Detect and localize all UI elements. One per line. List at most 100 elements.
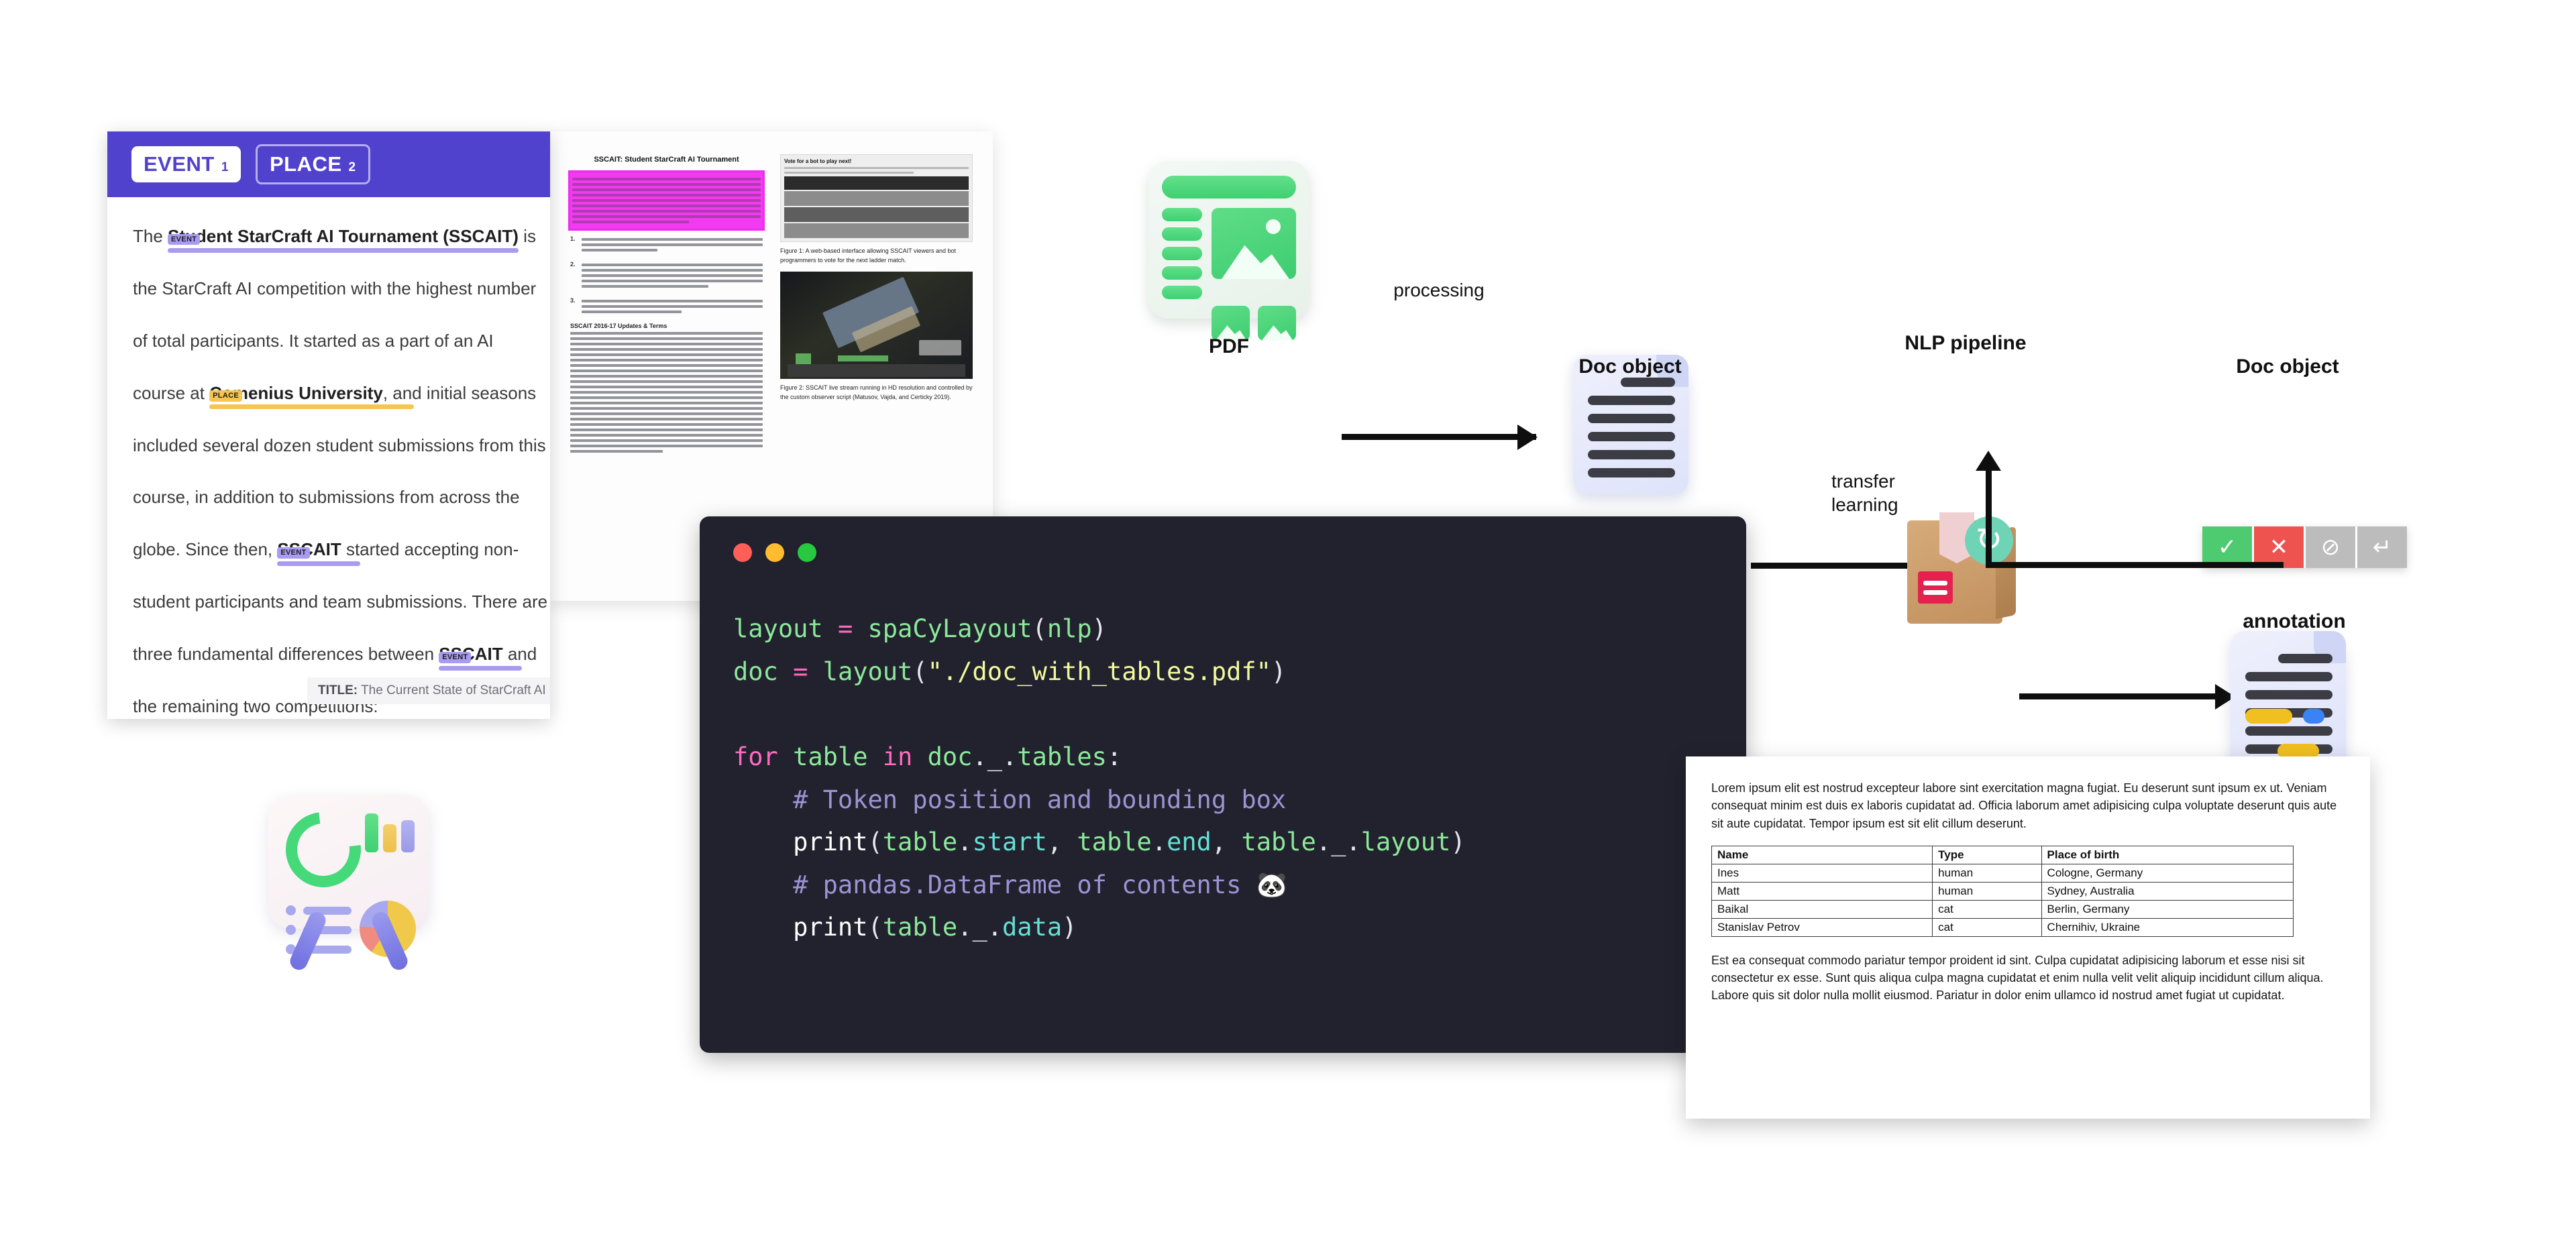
ner-line: The Student StarCraft AI Tournament (SSC…	[133, 226, 536, 253]
legend-badge-place[interactable]: PLACE 2	[255, 144, 370, 184]
ner-text: started accepting non-	[341, 539, 519, 560]
analytics-dashboard-icon	[268, 795, 429, 973]
pipeline-node-label-nlp: NLP pipeline	[1904, 332, 2027, 354]
ner-entity-text: Student StarCraft AI Tournament (SSCAIT)	[168, 226, 519, 246]
maximize-window-button[interactable]	[798, 543, 816, 562]
legend-badge-event-count: 1	[221, 160, 229, 174]
table-cell: human	[1932, 881, 2042, 901]
table-cell: Matt	[1711, 881, 1933, 901]
ner-visualizer-panel: EVENT 1 PLACE 2 The Student StarCraft AI…	[107, 131, 550, 719]
arrow-label-processing: processing	[1393, 280, 1485, 300]
table-header-cell: Type	[1932, 845, 2042, 864]
code-block[interactable]: layout = spaCyLayout(nlp) doc = layout("…	[733, 608, 1713, 949]
ner-entity-event[interactable]: SSCAITEVENT	[439, 644, 523, 671]
ner-line: globe. Since then, SSCAITEVENT started a…	[133, 539, 525, 567]
ner-text: The	[133, 226, 168, 246]
paper-highlighted-abstract	[568, 170, 765, 231]
table-row: Stanislav Petrov cat Chernihiv, Ukraine	[1711, 917, 2294, 937]
transfer-arrow-horizontal	[1986, 562, 2284, 568]
window-traffic-lights[interactable]	[733, 543, 1713, 562]
table-header-cell: Name	[1711, 845, 1933, 864]
paper-title: SSCAIT: Student StarCraft AI Tournament	[594, 156, 739, 164]
legend-badge-event-label: EVENT	[144, 152, 215, 176]
arrow-processing	[1342, 434, 1536, 440]
paper-list-item: 3.	[570, 297, 763, 316]
ner-text: three fundamental differences between	[133, 644, 439, 665]
paper-section-heading: SSCAIT 2016-17 Updates & Terms	[570, 322, 667, 329]
ner-entity-event[interactable]: Student StarCraft AI Tournament (SSCAIT)…	[168, 226, 519, 253]
pdf-document-icon	[1148, 161, 1309, 341]
title-chip-value: The Current State of StarCraft AI Compet…	[361, 683, 550, 697]
paper-list-item: 1.	[570, 235, 763, 254]
table-cell: Baikal	[1711, 899, 1933, 919]
undo-button[interactable]: ↵	[2357, 526, 2407, 568]
ner-text: is	[518, 226, 536, 246]
table-cell: Chernihiv, Ukraine	[2041, 917, 2294, 937]
ner-line: included several dozen student submissio…	[133, 435, 546, 455]
annotation-label: annotation	[2243, 610, 2346, 632]
close-window-button[interactable]	[733, 543, 752, 562]
legend-badge-event[interactable]: EVENT 1	[131, 146, 241, 182]
ner-text: , and initial seasons	[382, 382, 537, 403]
table-cell: Ines	[1711, 863, 1933, 883]
title-chip-label: TITLE:	[318, 683, 358, 697]
ner-entity-legend: EVENT 1 PLACE 2	[107, 131, 550, 197]
table-cell: cat	[1932, 917, 2042, 937]
ner-line: three fundamental differences between SS…	[133, 644, 537, 671]
document-title-chip: TITLE: The Current State of StarCraft AI…	[307, 677, 550, 704]
paper-left-column: SSCAIT: Student StarCraft AI Tournament …	[568, 154, 765, 578]
table-row: Baikal cat Berlin, Germany	[1711, 899, 2294, 919]
document-with-tables-card: Lorem ipsum elit est nostrud excepteur l…	[1686, 756, 2370, 1119]
ner-text: globe. Since then,	[133, 539, 278, 560]
table-row: Ines human Cologne, Germany	[1711, 863, 2294, 883]
transfer-label-line1: transfer	[1831, 471, 1895, 492]
arrow-label-transfer-learning: transfer learning	[1831, 469, 1972, 516]
transfer-arrow-vertical	[1986, 469, 1992, 567]
paper-figure1-caption: Figure 1: A web-based interface allowing…	[780, 247, 956, 264]
ignore-button[interactable]: ⊘	[2306, 526, 2355, 568]
table-cell: Sydney, Australia	[2041, 881, 2294, 901]
table-row: Matt human Sydney, Australia	[1711, 881, 2294, 901]
table-cell: Berlin, Germany	[2041, 899, 2294, 919]
paper-figure2-caption: Figure 2: SSCAIT live stream running in …	[780, 384, 973, 400]
ner-entity-tag: PLACE	[209, 390, 242, 402]
ner-line: the StarCraft AI competition with the hi…	[133, 278, 537, 298]
ner-line: course, in addition to submissions from …	[133, 487, 520, 508]
ner-text-body: The Student StarCraft AI Tournament (SSC…	[107, 197, 550, 717]
paper-list-item: 2.	[570, 261, 763, 290]
table-header-cell: Place of birth	[2041, 845, 2294, 864]
table-cell: Stanislav Petrov	[1711, 917, 1933, 937]
paper-figure1-heading: Vote for a bot to play next!	[784, 158, 852, 164]
paper-figure2-image	[780, 272, 973, 379]
paper-figure1-image: Vote for a bot to play next!	[780, 154, 973, 242]
paper-right-column: Vote for a bot to play next! Figure 1: A…	[780, 154, 973, 578]
ner-line: course at Comenius University PLACE, and …	[133, 382, 536, 410]
ner-entity-tag: EVENT	[439, 651, 472, 663]
arrow-nlp-to-doc2	[2019, 693, 2234, 699]
table-cell: Cologne, Germany	[2041, 863, 2294, 883]
code-editor-window[interactable]: layout = spaCyLayout(nlp) doc = layout("…	[700, 516, 1746, 1053]
ner-entity-tag: EVENT	[168, 233, 201, 245]
legend-badge-place-label: PLACE	[269, 152, 342, 176]
ner-text: course at	[133, 382, 210, 403]
minimize-window-button[interactable]	[765, 543, 784, 562]
ner-line: student participants and team submission…	[133, 591, 548, 612]
pipeline-node-label-doc2: Doc object	[2236, 355, 2339, 378]
transfer-arrow-head	[1976, 451, 2001, 471]
pipeline-node-label-pdf: PDF	[1209, 335, 1249, 357]
doc-paragraph-top: Lorem ipsum elit est nostrud excepteur l…	[1711, 781, 2337, 830]
legend-badge-place-count: 2	[348, 160, 356, 174]
doc-paragraph-bottom: Est ea consequat commodo pariatur tempor…	[1711, 953, 2324, 1003]
table-cell: cat	[1932, 899, 2042, 919]
table-cell: human	[1932, 863, 2042, 883]
ner-entity-place[interactable]: Comenius University PLACE	[209, 383, 415, 410]
ner-entity-tag: EVENT	[277, 547, 310, 559]
table-header-row: Name Type Place of birth	[1711, 845, 2294, 864]
doc-object-annotated-icon	[2231, 631, 2346, 771]
ner-entity-event[interactable]: SSCAITEVENT	[277, 539, 361, 567]
pipeline-node-label-doc1: Doc object	[1578, 355, 1682, 378]
doc-table: Name Type Place of birth Ines human Colo…	[1711, 845, 2294, 937]
transfer-label-line2: learning	[1831, 494, 1898, 515]
ner-line: of total participants. It started as a p…	[133, 330, 494, 351]
ner-text: and	[502, 644, 537, 665]
